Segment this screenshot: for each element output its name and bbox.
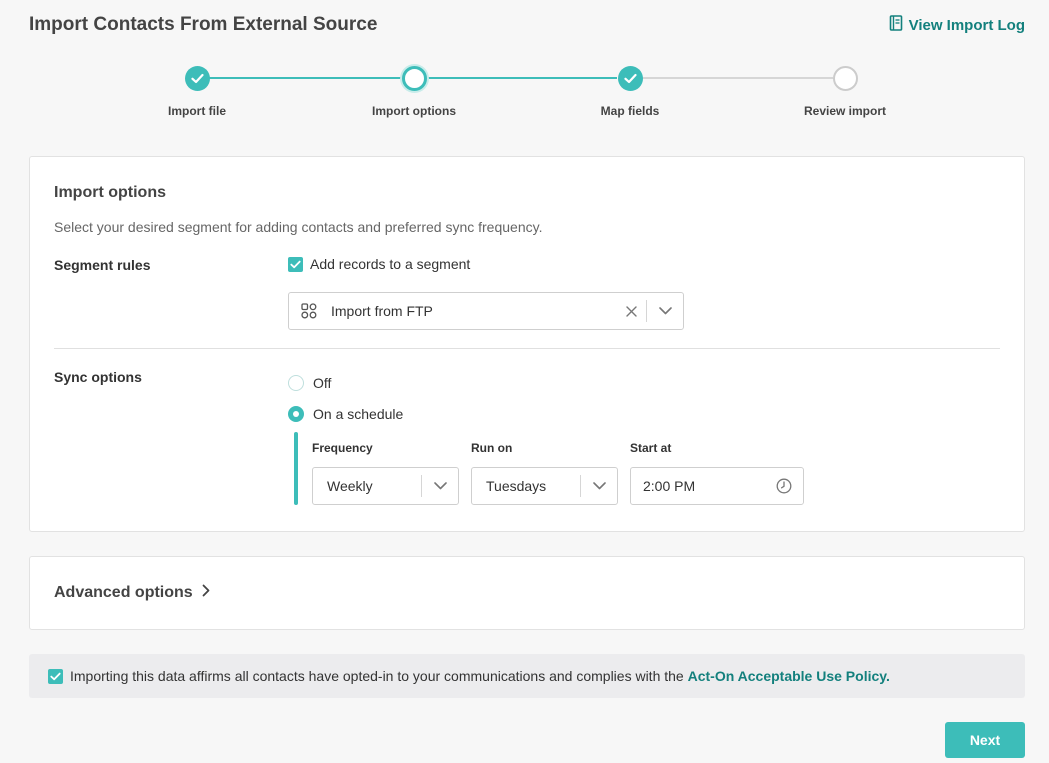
step-label: Review import xyxy=(803,104,887,118)
chevron-down-icon[interactable] xyxy=(581,482,617,490)
import-stepper: Import file Import options Map fields Re… xyxy=(0,60,1049,130)
run-on-select[interactable]: Tuesdays xyxy=(471,467,618,505)
consent-checkbox[interactable] xyxy=(48,668,63,684)
radio-label: Off xyxy=(313,375,332,391)
step-review-import[interactable]: Review import xyxy=(785,66,905,118)
pending-step-indicator xyxy=(832,66,858,91)
radio-selected-icon xyxy=(288,406,304,422)
step-import-file[interactable]: Import file xyxy=(137,66,257,118)
run-on-label: Run on xyxy=(471,441,513,455)
radio-unselected-icon xyxy=(288,375,304,391)
clock-icon[interactable] xyxy=(765,478,803,494)
run-on-value: Tuesdays xyxy=(486,478,547,494)
step-label: Map fields xyxy=(600,104,660,118)
advanced-options-title: Advanced options xyxy=(54,584,193,601)
view-import-log-link[interactable]: View Import Log xyxy=(889,15,1025,35)
sync-options-label: Sync options xyxy=(54,369,142,385)
current-step-indicator xyxy=(401,66,427,91)
start-time-input[interactable]: 2:00 PM xyxy=(630,467,804,505)
frequency-value: Weekly xyxy=(327,478,373,494)
chevron-right-icon xyxy=(202,584,210,602)
page-header: Import Contacts From External Source Vie… xyxy=(29,12,1025,38)
clear-icon[interactable] xyxy=(616,305,646,317)
radio-label: On a schedule xyxy=(313,406,404,422)
advanced-options-card: Advanced options xyxy=(29,556,1025,630)
page-title: Import Contacts From External Source xyxy=(29,14,378,35)
step-label: Import options xyxy=(372,104,456,118)
checkbox-checked-icon xyxy=(288,256,303,272)
import-options-card: Import options Select your desired segme… xyxy=(29,156,1025,532)
frequency-select[interactable]: Weekly xyxy=(312,467,459,505)
segment-rules-label: Segment rules xyxy=(54,257,151,273)
add-to-segment-checkbox[interactable]: Add records to a segment xyxy=(288,256,470,272)
chevron-down-icon[interactable] xyxy=(647,307,683,315)
section-description: Select your desired segment for adding c… xyxy=(54,219,543,235)
consent-statement: Importing this data affirms all contacts… xyxy=(70,668,684,684)
step-label: Import file xyxy=(167,104,226,118)
check-icon xyxy=(617,66,643,91)
sync-schedule-radio[interactable]: On a schedule xyxy=(288,406,403,422)
frequency-label: Frequency xyxy=(312,441,373,455)
segment-icon xyxy=(301,303,317,319)
section-divider xyxy=(54,348,1000,349)
start-at-label: Start at xyxy=(630,441,672,455)
consent-bar: Importing this data affirms all contacts… xyxy=(29,654,1025,698)
next-button[interactable]: Next xyxy=(945,722,1025,758)
consent-text: Importing this data affirms all contacts… xyxy=(70,668,890,684)
segment-select[interactable]: Import from FTP xyxy=(288,292,684,330)
segment-value: Import from FTP xyxy=(331,303,433,319)
start-time-value: 2:00 PM xyxy=(643,478,696,494)
acceptable-use-policy-link[interactable]: Act-On Acceptable Use Policy. xyxy=(688,668,890,684)
section-title: Import options xyxy=(54,184,166,201)
log-document-icon xyxy=(889,15,903,35)
check-icon xyxy=(184,66,210,91)
schedule-indicator-bar xyxy=(294,432,298,505)
advanced-options-toggle[interactable]: Advanced options xyxy=(54,584,210,602)
sync-off-radio[interactable]: Off xyxy=(288,375,331,391)
chevron-down-icon[interactable] xyxy=(422,482,458,490)
step-import-options[interactable]: Import options xyxy=(354,66,474,118)
step-map-fields[interactable]: Map fields xyxy=(570,66,690,118)
checkbox-label: Add records to a segment xyxy=(310,256,471,272)
view-import-log-label: View Import Log xyxy=(908,16,1025,34)
